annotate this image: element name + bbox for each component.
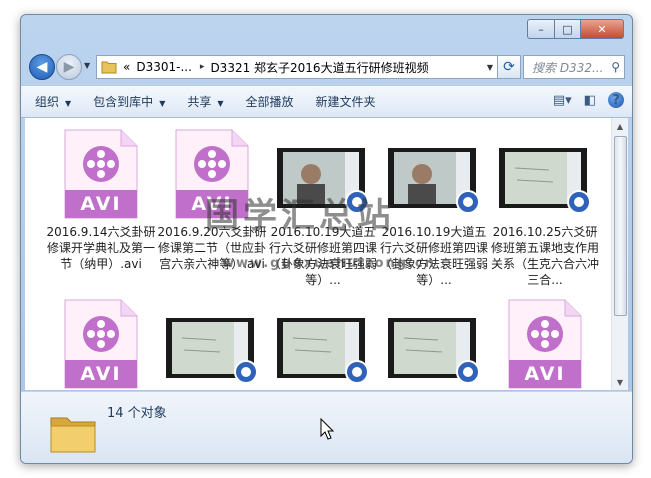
file-list: AVI 2016.9.14六爻卦研修课开学典礼及第一节（纳甲）.avi AVI 201…	[25, 118, 612, 390]
vertical-scrollbar[interactable]: ▲ ▼	[611, 118, 628, 390]
address-separator[interactable]: ▸	[200, 62, 205, 72]
scroll-down-icon[interactable]: ▼	[612, 374, 628, 390]
video-thumbnail	[386, 128, 482, 220]
minimize-button[interactable]: –	[527, 19, 555, 39]
help-icon[interactable]: ?	[608, 92, 624, 108]
folder-icon	[50, 417, 96, 453]
search-icon[interactable]: ⚲	[611, 60, 620, 74]
include-library-menu[interactable]: 包含到库中 ▼	[93, 93, 165, 110]
file-item[interactable]: AVI	[489, 298, 601, 390]
video-thumbnail	[275, 298, 371, 390]
chevron-down-icon: ▼	[159, 99, 166, 108]
avi-file-icon: AVI	[505, 298, 585, 390]
recent-pages-dropdown[interactable]: ▼	[84, 61, 90, 70]
chevron-down-icon: ▼	[217, 99, 224, 108]
file-name: 2016.9.14六爻卦研修课开学典礼及第一节（纳甲）.avi	[46, 225, 156, 271]
share-menu[interactable]: 共享 ▼	[187, 93, 223, 110]
maximize-button[interactable]: □	[555, 19, 581, 39]
file-item[interactable]	[156, 298, 268, 390]
address-segment-current[interactable]: D3321 郑玄子2016大道五行研修班视频	[210, 59, 428, 76]
address-segment-parent[interactable]: D3301-...	[136, 60, 192, 74]
address-bar[interactable]: « D3301-... ▸ D3321 郑玄子2016大道五行研修班视频 ▼	[96, 55, 498, 79]
watermark-url: www.guoxuehuizong.cn	[222, 256, 437, 271]
file-item[interactable]	[378, 298, 490, 390]
file-item[interactable]: AVI	[45, 298, 157, 390]
file-item[interactable]: 2016.10.25六爻研修班第五课地支作用关系（生克六合六冲三合...	[489, 128, 601, 288]
share-label: 共享	[187, 95, 212, 109]
forward-button[interactable]: ▶	[56, 54, 82, 80]
scroll-thumb[interactable]	[614, 136, 627, 316]
video-thumbnail	[164, 298, 260, 390]
file-type-badge: AVI	[80, 193, 122, 215]
preview-pane-icon[interactable]: ◧	[584, 93, 596, 108]
scroll-up-icon[interactable]: ▲	[612, 118, 628, 134]
title-buttons: – □ ✕	[527, 19, 624, 39]
avi-file-icon: AVI	[61, 298, 141, 390]
close-button[interactable]: ✕	[581, 19, 624, 39]
item-count: 14 个对象	[107, 406, 167, 421]
mouse-cursor-icon	[320, 418, 334, 440]
chevron-down-icon: ▼	[84, 61, 91, 70]
back-button[interactable]: ◀	[29, 54, 55, 80]
file-type-badge: AVI	[524, 363, 566, 385]
explorer-window: – □ ✕ ◀ ▶ ▼ « D3301-... ▸ D3321 郑玄子2016大…	[20, 14, 633, 464]
video-thumbnail	[386, 298, 482, 390]
file-name: 2016.10.25六爻研修班第五课地支作用关系（生克六合六冲三合...	[490, 225, 599, 287]
address-overflow[interactable]: «	[123, 60, 130, 74]
back-arrow-icon: ◀	[36, 59, 48, 75]
address-dropdown-icon[interactable]: ▼	[487, 63, 493, 72]
refresh-icon: ⟳	[503, 59, 515, 75]
organize-menu[interactable]: 组织 ▼	[35, 93, 71, 110]
refresh-button[interactable]: ⟳	[497, 55, 521, 79]
video-thumbnail	[497, 128, 593, 220]
view-options-icon[interactable]: ▤▾	[553, 93, 572, 108]
folder-icon	[101, 61, 117, 74]
view-controls: ▤▾ ◧ ?	[541, 92, 624, 108]
chevron-down-icon: ▼	[65, 99, 72, 108]
avi-file-icon: AVI	[61, 128, 141, 220]
search-input[interactable]: 搜索 D332...	[532, 59, 603, 76]
new-folder-button[interactable]: 新建文件夹	[316, 93, 376, 110]
include-library-label: 包含到库中	[93, 95, 154, 109]
command-bar: 组织 ▼ 包含到库中 ▼ 共享 ▼ 全部播放 新建文件夹 ▤▾ ◧ ?	[21, 85, 632, 118]
watermark-text: 国学汇总站	[205, 196, 395, 236]
file-item[interactable]: AVI 2016.9.14六爻卦研修课开学典礼及第一节（纳甲）.avi	[45, 128, 157, 272]
forward-arrow-icon: ▶	[63, 59, 75, 75]
play-all-button[interactable]: 全部播放	[246, 93, 294, 110]
organize-label: 组织	[35, 95, 60, 109]
file-type-badge: AVI	[80, 363, 122, 385]
navigation-bar: ◀ ▶ ▼ « D3301-... ▸ D3321 郑玄子2016大道五行研修班…	[29, 51, 625, 81]
file-item[interactable]	[267, 298, 379, 390]
search-box[interactable]: 搜索 D332... ⚲	[523, 55, 625, 79]
